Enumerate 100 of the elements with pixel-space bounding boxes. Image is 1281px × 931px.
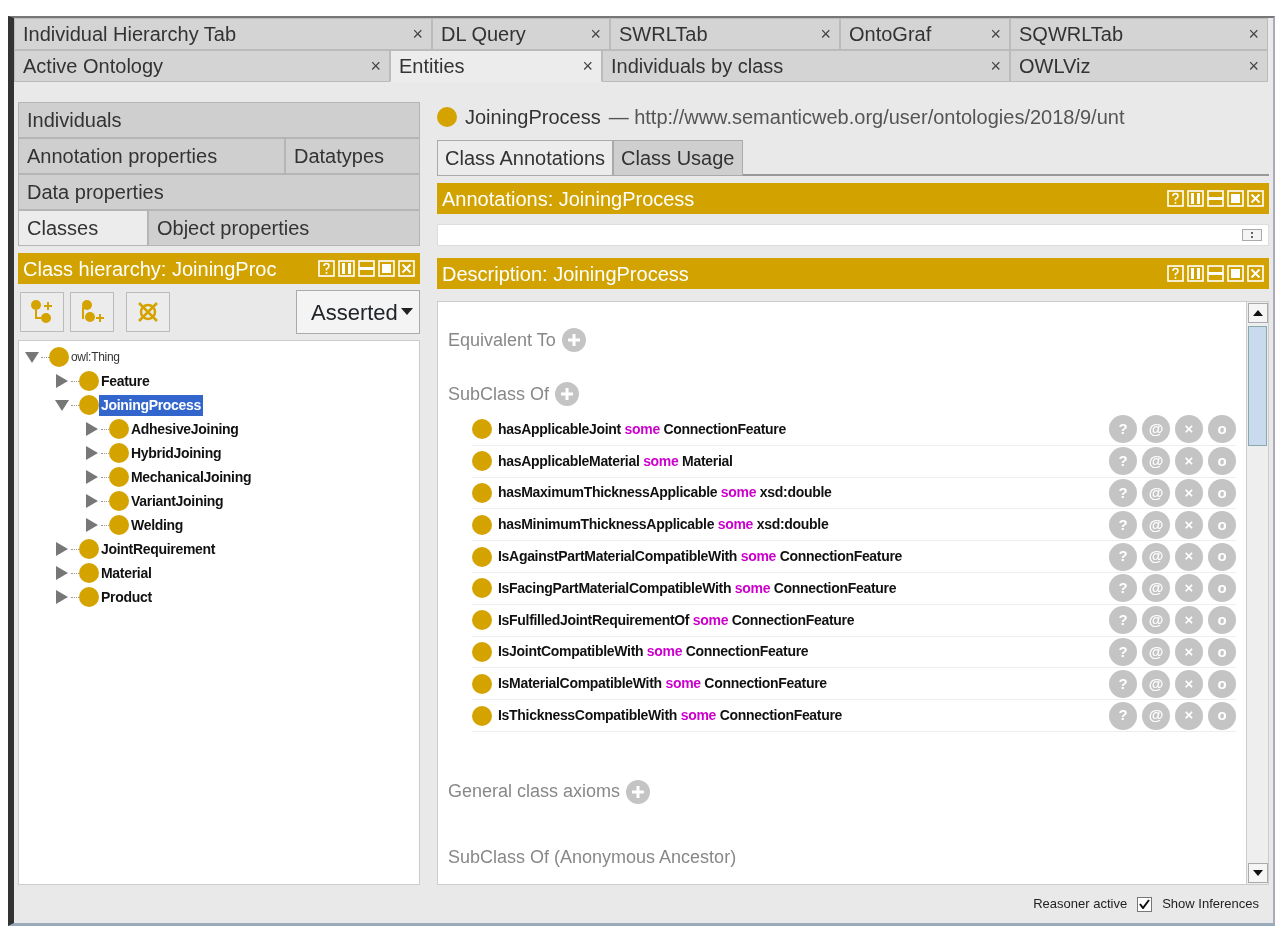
- maximize-icon[interactable]: [1227, 190, 1244, 207]
- scroll-thumb[interactable]: [1248, 326, 1267, 446]
- expand-icon[interactable]: [1242, 229, 1262, 241]
- expander-icon[interactable]: [25, 350, 41, 364]
- close-button[interactable]: ×: [582, 52, 593, 80]
- entity-tab[interactable]: Object properties: [148, 210, 420, 246]
- maximize-icon[interactable]: [1227, 265, 1244, 282]
- explain-button[interactable]: ?: [1109, 415, 1137, 444]
- edit-button[interactable]: o: [1208, 637, 1236, 666]
- tab[interactable]: Active Ontology ×: [14, 50, 390, 82]
- help-icon[interactable]: [1167, 265, 1184, 282]
- tab[interactable]: Entities ×: [390, 50, 602, 82]
- scroll-up-icon[interactable]: [1253, 310, 1263, 316]
- annotate-button[interactable]: @: [1142, 415, 1170, 444]
- tab[interactable]: Individual Hierarchy Tab ×: [14, 18, 432, 50]
- maximize-icon[interactable]: [378, 260, 395, 277]
- split-horizontal-icon[interactable]: [1207, 190, 1224, 207]
- close-button[interactable]: ×: [1248, 20, 1259, 48]
- delete-button[interactable]: ×: [1175, 542, 1203, 571]
- delete-button[interactable]: ×: [1175, 669, 1203, 698]
- close-button[interactable]: ×: [990, 52, 1001, 80]
- split-vertical-icon[interactable]: [338, 260, 355, 277]
- annotate-button[interactable]: @: [1142, 574, 1170, 603]
- tab[interactable]: Class Usage: [613, 140, 743, 176]
- explain-button[interactable]: ?: [1109, 447, 1137, 476]
- close-icon[interactable]: [1247, 190, 1264, 207]
- help-icon[interactable]: [1167, 190, 1184, 207]
- close-icon[interactable]: [1247, 265, 1264, 282]
- entity-tab[interactable]: Annotation properties: [18, 138, 285, 174]
- split-vertical-icon[interactable]: [1187, 265, 1204, 282]
- tab[interactable]: SWRLTab ×: [610, 18, 840, 50]
- entity-tab[interactable]: Data properties: [18, 174, 420, 210]
- tree-item[interactable]: HybridJoining: [129, 442, 224, 464]
- explain-button[interactable]: ?: [1109, 510, 1137, 539]
- add-icon[interactable]: [626, 779, 651, 804]
- mode-dropdown[interactable]: Asserted: [296, 290, 420, 334]
- annotate-button[interactable]: @: [1142, 510, 1170, 539]
- scroll-down-icon[interactable]: [1253, 870, 1263, 876]
- split-horizontal-icon[interactable]: [1207, 265, 1224, 282]
- tab[interactable]: Individuals by class ×: [602, 50, 1010, 82]
- entity-tab[interactable]: Classes: [18, 210, 148, 246]
- annotate-button[interactable]: @: [1142, 637, 1170, 666]
- tree-item[interactable]: Product: [99, 586, 154, 608]
- tab[interactable]: SQWRLTab ×: [1010, 18, 1268, 50]
- add-sibling-button[interactable]: [70, 292, 114, 332]
- tree-item[interactable]: AdhesiveJoining: [129, 418, 241, 440]
- tree-item[interactable]: Welding: [129, 514, 186, 536]
- close-icon[interactable]: [398, 260, 415, 277]
- close-button[interactable]: ×: [412, 20, 423, 48]
- edit-button[interactable]: o: [1208, 606, 1236, 635]
- close-button[interactable]: ×: [370, 52, 381, 80]
- tree-item[interactable]: VariantJoining: [129, 490, 226, 512]
- scrollbar[interactable]: [1246, 302, 1268, 884]
- explain-button[interactable]: ?: [1109, 701, 1137, 730]
- tree-item[interactable]: MechanicalJoining: [129, 466, 254, 488]
- tab[interactable]: OWLViz ×: [1010, 50, 1268, 82]
- edit-button[interactable]: o: [1208, 542, 1236, 571]
- explain-button[interactable]: ?: [1109, 669, 1137, 698]
- edit-button[interactable]: o: [1208, 510, 1236, 539]
- close-button[interactable]: ×: [590, 20, 601, 48]
- tree-item[interactable]: owl:Thing: [69, 348, 122, 366]
- tree-item[interactable]: JointRequirement: [99, 538, 218, 560]
- annotate-button[interactable]: @: [1142, 606, 1170, 635]
- split-horizontal-icon[interactable]: [358, 260, 375, 277]
- explain-button[interactable]: ?: [1109, 542, 1137, 571]
- close-button[interactable]: ×: [1248, 52, 1259, 80]
- delete-button[interactable]: ×: [1175, 701, 1203, 730]
- delete-button[interactable]: ×: [1175, 415, 1203, 444]
- checkbox[interactable]: [1137, 896, 1153, 912]
- delete-button[interactable]: ×: [1175, 479, 1203, 507]
- explain-button[interactable]: ?: [1109, 479, 1137, 507]
- delete-button[interactable]: ×: [1175, 510, 1203, 539]
- edit-button[interactable]: o: [1208, 415, 1236, 444]
- annotate-button[interactable]: @: [1142, 542, 1170, 571]
- edit-button[interactable]: o: [1208, 669, 1236, 698]
- edit-button[interactable]: o: [1208, 447, 1236, 476]
- entity-tab[interactable]: Individuals: [18, 102, 420, 138]
- explain-button[interactable]: ?: [1109, 574, 1137, 603]
- split-vertical-icon[interactable]: [1187, 190, 1204, 207]
- close-button[interactable]: ×: [990, 20, 1001, 48]
- annotate-button[interactable]: @: [1142, 669, 1170, 698]
- delete-button[interactable]: ×: [1175, 637, 1203, 666]
- edit-button[interactable]: o: [1208, 479, 1236, 507]
- entity-tab[interactable]: Datatypes: [285, 138, 420, 174]
- expander-icon[interactable]: [55, 398, 71, 412]
- help-icon[interactable]: [318, 260, 335, 277]
- delete-button[interactable]: ×: [1175, 447, 1203, 476]
- add-subclass-button[interactable]: [20, 292, 64, 332]
- delete-class-button[interactable]: [126, 292, 170, 332]
- edit-button[interactable]: o: [1208, 701, 1236, 730]
- explain-button[interactable]: ?: [1109, 606, 1137, 635]
- explain-button[interactable]: ?: [1109, 637, 1137, 666]
- tab[interactable]: DL Query ×: [432, 18, 610, 50]
- annotate-button[interactable]: @: [1142, 479, 1170, 507]
- tab[interactable]: Class Annotations: [437, 140, 614, 176]
- add-icon[interactable]: [561, 328, 586, 352]
- delete-button[interactable]: ×: [1175, 574, 1203, 603]
- tree-item[interactable]: JoiningProcess: [99, 394, 204, 416]
- tab[interactable]: OntoGraf ×: [840, 18, 1010, 50]
- delete-button[interactable]: ×: [1175, 606, 1203, 635]
